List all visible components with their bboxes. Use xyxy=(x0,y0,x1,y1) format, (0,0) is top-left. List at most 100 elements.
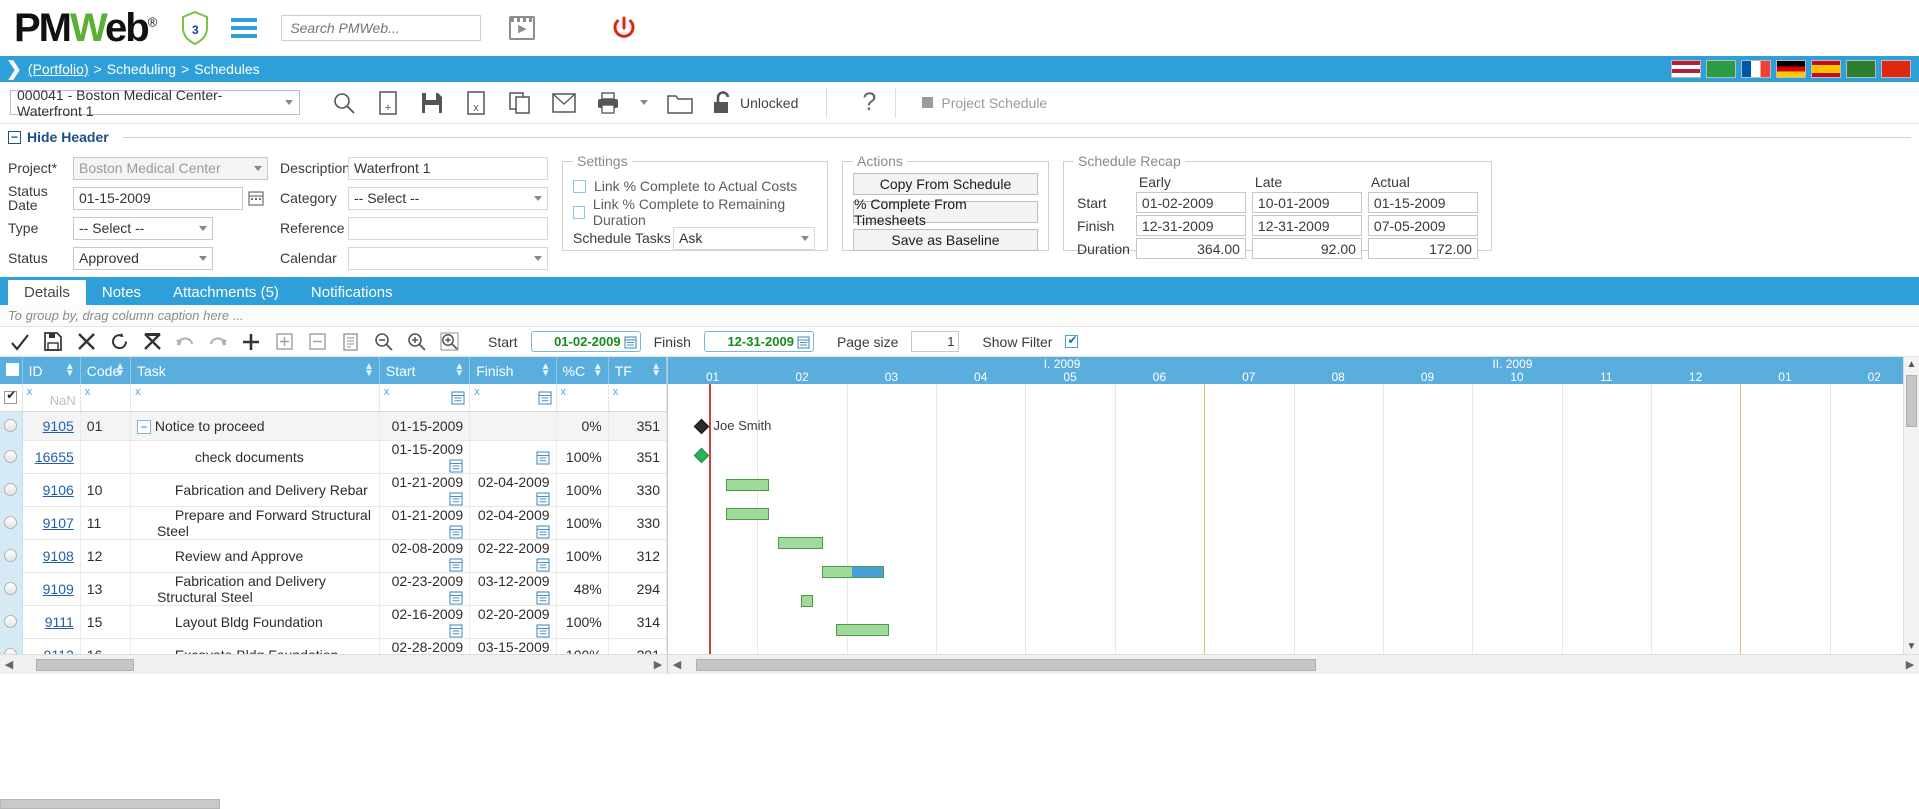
recap-finish-late[interactable]: 12-31-2009 xyxy=(1251,215,1362,236)
gantt-task-bar[interactable] xyxy=(800,595,814,607)
recap-start-early[interactable]: 01-02-2009 xyxy=(1135,192,1246,213)
search-input[interactable] xyxy=(288,19,475,37)
cell-id[interactable]: 9109 xyxy=(22,572,81,606)
zoom-fit-icon[interactable] xyxy=(439,332,459,352)
cell-start[interactable]: 01-21-2009 xyxy=(379,506,471,540)
sort-icon[interactable]: ▲ ▼ xyxy=(651,362,661,379)
row-select-cell[interactable] xyxy=(0,440,23,473)
row-select-cell[interactable] xyxy=(0,572,23,605)
scroll-left-icon[interactable]: ◀ xyxy=(0,658,18,671)
row-select-cell[interactable] xyxy=(0,506,23,539)
page-size-input[interactable]: 1 xyxy=(911,331,960,352)
gantt-task-bar[interactable] xyxy=(821,566,885,578)
cell-finish[interactable]: 03-15-2009 xyxy=(469,638,557,654)
table-row[interactable]: 9109 13 Fabrication and Delivery Structur… xyxy=(0,572,667,606)
cell-finish[interactable] xyxy=(469,411,557,441)
table-row[interactable]: 9111 15 Layout Bldg Foundation 02-16-2009 0… xyxy=(0,605,667,639)
cell-start[interactable]: 01-15-2009 xyxy=(379,411,471,441)
copy-from-schedule-button[interactable]: Copy From Schedule xyxy=(853,173,1038,195)
col-finish[interactable]: Finish ▲ ▼ xyxy=(469,357,557,384)
email-icon[interactable] xyxy=(550,89,578,117)
flag-china[interactable] xyxy=(1881,60,1911,78)
row-radio[interactable] xyxy=(4,450,18,463)
unlock-icon[interactable] xyxy=(710,90,734,115)
cell-finish[interactable]: 02-22-2009 xyxy=(469,539,557,573)
calendar-icon[interactable] xyxy=(449,623,463,638)
tree-collapse-icon[interactable]: − xyxy=(136,419,151,434)
cell-percent-complete[interactable]: 100% xyxy=(556,605,609,639)
clear-filter-icon[interactable]: x xyxy=(135,386,141,398)
cell-total-float[interactable]: 314 xyxy=(608,605,667,639)
calendar-icon[interactable] xyxy=(535,491,550,506)
cell-task[interactable]: Prepare and Forward Structural Steel xyxy=(130,506,380,540)
page-horizontal-scrollbar[interactable] xyxy=(0,799,220,809)
sort-icon[interactable]: ▲ ▼ xyxy=(541,362,551,379)
chevron-down-icon[interactable] xyxy=(285,100,293,105)
task-id-link[interactable]: 16655 xyxy=(35,449,74,465)
recap-finish-actual[interactable]: 07-05-2009 xyxy=(1367,215,1478,236)
search-icon[interactable] xyxy=(330,89,358,117)
recap-duration-late[interactable]: 92.00 xyxy=(1251,238,1362,259)
scroll-up-icon[interactable]: ▲ xyxy=(1904,359,1919,370)
cell-percent-complete[interactable]: 100% xyxy=(556,473,609,507)
calendar-icon[interactable] xyxy=(537,390,552,405)
chevron-down-icon[interactable] xyxy=(254,165,262,171)
row-radio[interactable] xyxy=(4,615,18,628)
gantt-scroll-thumb[interactable] xyxy=(696,658,1316,671)
cell-total-float[interactable]: 291 xyxy=(608,638,667,654)
add-icon[interactable] xyxy=(241,332,261,352)
save-as-baseline-button[interactable]: Save as Baseline xyxy=(853,229,1038,251)
clear-filter-icon[interactable]: x xyxy=(474,386,480,398)
flag-spain[interactable] xyxy=(1811,60,1841,78)
save-icon[interactable] xyxy=(43,332,63,352)
clear-filter-icon[interactable]: x xyxy=(27,386,33,398)
breadcrumb-schedules[interactable]: Schedules xyxy=(194,61,259,77)
col-id[interactable]: ID ▲ ▼ xyxy=(22,357,81,384)
cell-total-float[interactable]: 351 xyxy=(608,440,667,474)
cell-id[interactable]: 16655 xyxy=(22,440,81,474)
scroll-down-icon[interactable]: ▼ xyxy=(1904,641,1919,652)
cell-total-float[interactable]: 312 xyxy=(608,539,667,573)
notes-icon[interactable] xyxy=(340,332,360,352)
calendar-icon[interactable] xyxy=(449,524,463,539)
calendar-icon[interactable] xyxy=(535,450,550,465)
col-code[interactable]: Code ▲ ▼ xyxy=(80,357,131,384)
status-select[interactable]: Approved xyxy=(73,246,213,270)
sort-icon[interactable]: ▲ ▼ xyxy=(593,362,603,379)
chevron-down-icon[interactable] xyxy=(534,255,542,261)
tab-notifications[interactable]: Notifications xyxy=(295,280,409,305)
menu-icon[interactable] xyxy=(231,18,258,38)
flag-germany[interactable] xyxy=(1776,60,1806,78)
table-row[interactable]: 9106 10 Fabrication and Delivery Rebar 01-… xyxy=(0,473,667,507)
cell-total-float[interactable]: 294 xyxy=(608,572,667,606)
cell-finish[interactable]: 02-04-2009 xyxy=(469,473,557,507)
print-icon[interactable] xyxy=(594,89,622,117)
tab-notes[interactable]: Notes xyxy=(86,280,157,305)
row-select-cell[interactable] xyxy=(0,473,23,506)
cell-percent-complete[interactable]: 48% xyxy=(556,572,609,606)
delete-record-icon[interactable]: x xyxy=(462,89,490,117)
select-all-header[interactable] xyxy=(0,357,23,384)
recap-duration-early[interactable]: 364.00 xyxy=(1135,238,1246,259)
calendar-icon[interactable] xyxy=(449,458,463,473)
table-row[interactable]: 9108 12 Review and Approve 02-08-2009 02-22… xyxy=(0,539,667,573)
filter-finish[interactable]: x xyxy=(469,384,557,412)
task-id-link[interactable]: 9106 xyxy=(43,482,74,498)
calendar-icon[interactable] xyxy=(535,590,550,605)
print-dropdown-icon[interactable] xyxy=(638,89,650,117)
gantt-task-bar[interactable] xyxy=(725,508,770,520)
clear-filter-icon[interactable]: x xyxy=(85,386,91,398)
cell-percent-complete[interactable]: 0% xyxy=(556,411,609,441)
cell-id[interactable]: 9105 xyxy=(22,411,81,441)
gantt-task-bar[interactable] xyxy=(778,537,824,549)
recap-duration-actual[interactable]: 172.00 xyxy=(1367,238,1478,259)
breadcrumb-portfolio[interactable]: (Portfolio) xyxy=(28,61,89,77)
task-id-link[interactable]: 9111 xyxy=(45,614,74,630)
gantt-scroll-track[interactable] xyxy=(686,658,1901,671)
filter-pct[interactable]: x xyxy=(556,384,609,412)
cell-total-float[interactable]: 351 xyxy=(608,411,667,441)
category-select[interactable]: -- Select -- xyxy=(348,186,548,210)
clear-filter-icon[interactable]: x xyxy=(613,386,619,398)
gantt-scroll-thumb[interactable] xyxy=(1906,375,1917,427)
zoom-out-icon[interactable] xyxy=(373,332,393,352)
